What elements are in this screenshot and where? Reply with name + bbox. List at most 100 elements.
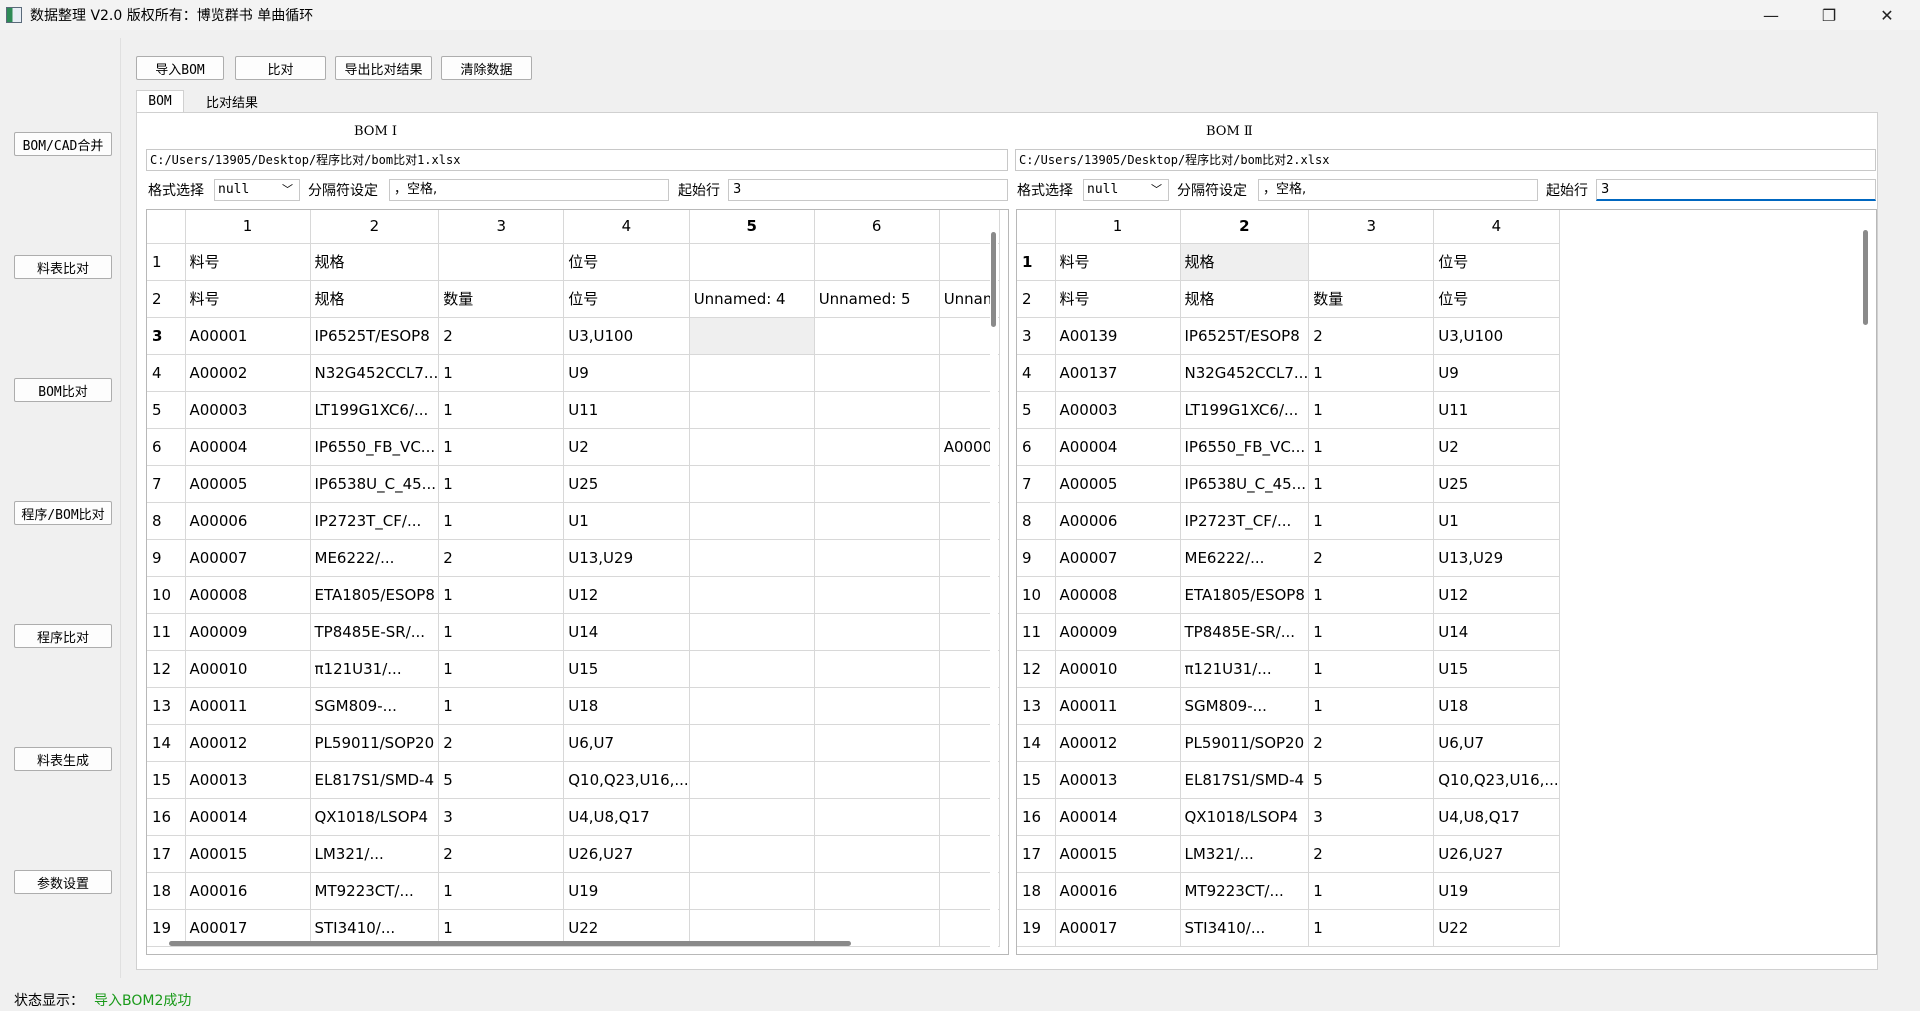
- row-header[interactable]: 11: [1017, 613, 1056, 651]
- table-cell[interactable]: SGM809-...: [310, 687, 440, 725]
- table-cell[interactable]: ME6222/...: [310, 539, 440, 577]
- table-cell[interactable]: QX1018/LSOP4: [1180, 798, 1310, 836]
- table-row[interactable]: 5 A00003 LT199G1XC6/... 1 U11: [147, 391, 1000, 429]
- table-cell[interactable]: A00001: [185, 317, 311, 355]
- table-row[interactable]: 1 料号 规格 位号: [1017, 243, 1560, 281]
- table-cell[interactable]: 1: [1308, 391, 1435, 429]
- table-row[interactable]: 17 A00015 LM321/... 2 U26,U27: [1017, 835, 1560, 873]
- table-cell[interactable]: A00139: [1055, 317, 1181, 355]
- row-header[interactable]: 7: [147, 465, 186, 503]
- bom2-start-row-field[interactable]: 3: [1596, 179, 1876, 201]
- bom2-vertical-scroll-thumb[interactable]: [1863, 230, 1868, 325]
- table-cell[interactable]: [689, 835, 815, 873]
- table-cell[interactable]: N32G452CCL7...: [1180, 354, 1310, 392]
- table-row[interactable]: 6 A00004 IP6550_FB_VC... 1 U2 A0000: [147, 428, 1000, 466]
- table-row[interactable]: 15 A00013 EL817S1/SMD-4 5 Q10,Q23,U16,...: [1017, 761, 1560, 799]
- table-cell[interactable]: A00017: [1055, 909, 1181, 947]
- table-cell[interactable]: IP2723T_CF/...: [310, 502, 440, 540]
- row-header[interactable]: 10: [1017, 576, 1056, 614]
- column-header[interactable]: 6: [814, 210, 940, 244]
- table-cell[interactable]: PL59011/SOP20: [310, 724, 440, 762]
- row-header[interactable]: 8: [147, 502, 186, 540]
- table-cell[interactable]: U11: [563, 391, 690, 429]
- sidebar-item-bom-compare[interactable]: BOM比对: [14, 378, 112, 402]
- table-cell[interactable]: A00015: [1055, 835, 1181, 873]
- table-row[interactable]: 18 A00016 MT9223CT/... 1 U19: [1017, 872, 1560, 910]
- table-row[interactable]: 11 A00009 TP8485E-SR/... 1 U14: [1017, 613, 1560, 651]
- table-cell[interactable]: [689, 243, 815, 281]
- table-cell[interactable]: A00003: [185, 391, 311, 429]
- table-cell[interactable]: U13,U29: [1433, 539, 1560, 577]
- bom2-vertical-scrollbar[interactable]: [1862, 210, 1870, 954]
- table-cell[interactable]: [438, 243, 565, 281]
- table-cell[interactable]: [689, 428, 815, 466]
- table-cell[interactable]: A00015: [185, 835, 311, 873]
- table-cell[interactable]: [689, 539, 815, 577]
- table-cell[interactable]: [814, 798, 940, 836]
- table-cell[interactable]: IP6525T/ESOP8: [310, 317, 440, 355]
- bom2-table[interactable]: 1 2 3 4 1 料号 规格 位号 2 料号 规格 数量 位号 3 A00139 IP6525T/E…: [1016, 209, 1877, 955]
- bom1-table[interactable]: 1 2 3 4 5 6 1 料号 规格 位号 2 料号 规格 数量 位号 Unnamed: 4 Un…: [146, 209, 1009, 955]
- table-cell[interactable]: A00011: [1055, 687, 1181, 725]
- table-cell[interactable]: N32G452CCL7...: [310, 354, 440, 392]
- table-cell[interactable]: 1: [438, 354, 565, 392]
- table-cell[interactable]: 1: [438, 613, 565, 651]
- bom2-format-select[interactable]: null ﹀: [1083, 179, 1169, 201]
- table-cell[interactable]: 位号: [563, 280, 690, 318]
- table-cell[interactable]: 料号: [185, 243, 311, 281]
- table-cell[interactable]: A00012: [1055, 724, 1181, 762]
- table-cell[interactable]: 数量: [1308, 280, 1435, 318]
- table-row[interactable]: 2 料号 规格 数量 位号 Unnamed: 4 Unnamed: 5 Unnam: [147, 280, 1000, 318]
- table-cell[interactable]: 数量: [438, 280, 565, 318]
- table-cell[interactable]: U15: [563, 650, 690, 688]
- table-cell[interactable]: [689, 761, 815, 799]
- bom1-separator-field[interactable]: ，空格,: [389, 179, 669, 201]
- table-cell[interactable]: A00006: [1055, 502, 1181, 540]
- table-cell[interactable]: U12: [1433, 576, 1560, 614]
- row-header[interactable]: 3: [147, 317, 186, 355]
- table-row[interactable]: 12 A00010 π121U31/... 1 U15: [1017, 650, 1560, 688]
- row-header[interactable]: 14: [147, 724, 186, 762]
- table-row[interactable]: 6 A00004 IP6550_FB_VC... 1 U2: [1017, 428, 1560, 466]
- table-cell[interactable]: A00012: [185, 724, 311, 762]
- sidebar-item-settings[interactable]: 参数设置: [14, 870, 112, 894]
- table-cell[interactable]: 1: [438, 502, 565, 540]
- table-cell[interactable]: [814, 724, 940, 762]
- table-cell[interactable]: A00009: [1055, 613, 1181, 651]
- table-cell[interactable]: U2: [563, 428, 690, 466]
- compare-button[interactable]: 比对: [235, 56, 326, 80]
- table-cell[interactable]: IP6538U_C_45...: [1180, 465, 1310, 503]
- table-cell[interactable]: [814, 465, 940, 503]
- table-cell[interactable]: [814, 872, 940, 910]
- table-row[interactable]: 14 A00012 PL59011/SOP20 2 U6,U7: [1017, 724, 1560, 762]
- row-header[interactable]: 3: [1017, 317, 1056, 355]
- table-cell[interactable]: [689, 687, 815, 725]
- table-cell[interactable]: [689, 724, 815, 762]
- table-cell[interactable]: 3: [1308, 798, 1435, 836]
- table-row[interactable]: 2 料号 规格 数量 位号: [1017, 280, 1560, 318]
- row-header[interactable]: 6: [1017, 428, 1056, 466]
- clear-data-button[interactable]: 清除数据: [441, 56, 532, 80]
- table-cell[interactable]: 1: [438, 391, 565, 429]
- table-cell[interactable]: 料号: [185, 280, 311, 318]
- table-cell[interactable]: U18: [1433, 687, 1560, 725]
- table-cell[interactable]: U3,U100: [563, 317, 690, 355]
- row-header[interactable]: 10: [147, 576, 186, 614]
- table-cell[interactable]: 1: [1308, 576, 1435, 614]
- table-cell[interactable]: A00010: [1055, 650, 1181, 688]
- table-cell[interactable]: ETA1805/ESOP8: [1180, 576, 1310, 614]
- row-header[interactable]: 15: [1017, 761, 1056, 799]
- column-header[interactable]: 4: [1433, 210, 1560, 244]
- table-cell[interactable]: [814, 687, 940, 725]
- row-header[interactable]: 5: [1017, 391, 1056, 429]
- table-cell[interactable]: 1: [1308, 613, 1435, 651]
- column-header[interactable]: 2: [310, 210, 440, 244]
- bom1-start-row-field[interactable]: 3: [728, 179, 1008, 201]
- table-cell[interactable]: QX1018/LSOP4: [310, 798, 440, 836]
- table-cell[interactable]: A00004: [1055, 428, 1181, 466]
- table-cell[interactable]: [814, 391, 940, 429]
- table-cell[interactable]: PL59011/SOP20: [1180, 724, 1310, 762]
- table-cell[interactable]: 位号: [1433, 280, 1560, 318]
- table-cell[interactable]: TP8485E-SR/...: [310, 613, 440, 651]
- table-cell[interactable]: [689, 872, 815, 910]
